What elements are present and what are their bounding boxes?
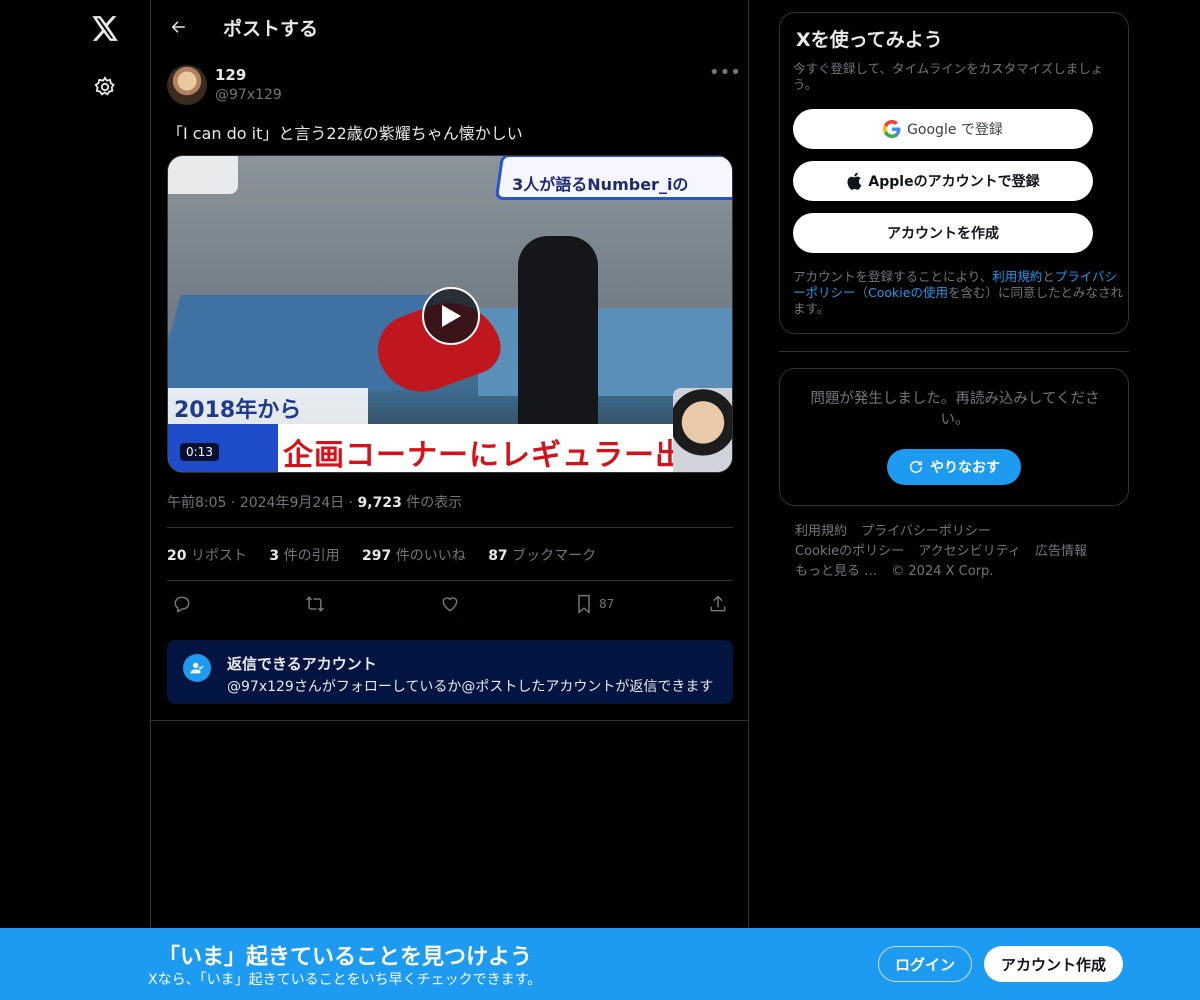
google-signup-label: Google で登録: [907, 122, 1003, 138]
post-date[interactable]: 2024年9月24日: [240, 495, 344, 511]
settings-gear-icon[interactable]: [90, 72, 120, 102]
retry-button[interactable]: やりなおす: [887, 449, 1021, 485]
left-nav: [0, 0, 150, 1000]
views-label: 件の表示: [406, 495, 463, 511]
divider: [779, 351, 1129, 352]
bookmark-count: 87: [599, 597, 615, 611]
views-count: 9,723: [357, 495, 402, 511]
video-player[interactable]: 3人が語るNumber_iの 2018年から 企画コーナーにレギュラー出演 0:…: [167, 155, 733, 473]
footer-link-privacy[interactable]: プライバシーポリシー: [861, 524, 991, 539]
footer-link-ads[interactable]: 広告情報: [1035, 544, 1087, 559]
divider: [167, 580, 733, 581]
video-caption-main-text: 企画コーナーにレギュラー出演: [283, 438, 717, 473]
footer-link-accessibility[interactable]: アクセシビリティ: [918, 544, 1021, 559]
main-column: ポストする 𝟭𝟮𝟵 @97x129 ••• 「I can do it」と言う22…: [150, 0, 749, 1000]
apple-signup-button[interactable]: Appleのアカウントで登録: [793, 161, 1093, 201]
x-logo-icon[interactable]: [87, 10, 123, 46]
terms-link[interactable]: 利用規約: [992, 269, 1042, 284]
reply-restriction-subtitle: @97x129さんがフォローしているか@ポストしたアカウントが返信できます: [227, 679, 714, 695]
post-meta: 午前8:05 · 2024年9月24日 · 9,723 件の表示: [167, 495, 463, 511]
reposts-stat[interactable]: 20 リポスト: [167, 548, 247, 564]
bookmark-button[interactable]: 87: [575, 592, 614, 616]
refresh-icon: [909, 460, 923, 473]
page-title: ポストする: [223, 18, 319, 40]
error-card: 問題が発生しました。再読み込みしてください。 やりなおす: [779, 368, 1129, 506]
bottom-bar-title: 「いま」起きていることを見つけよう: [158, 945, 533, 970]
bookmarks-stat[interactable]: 87 ブックマーク: [488, 548, 596, 564]
likes-stat[interactable]: 297 件のいいね: [362, 548, 466, 564]
signup-legal-text: アカウントを登録することにより、利用規約とプライバシーポリシー（Cookieの使…: [793, 269, 1123, 316]
post-text: 「I can do it」と言う22歳の紫耀ちゃん懐かしい: [167, 124, 523, 143]
video-frame-mat: [478, 307, 732, 397]
google-signup-button[interactable]: Google で登録: [793, 109, 1093, 149]
reply-restriction-notice: 返信できるアカウント @97x129さんがフォローしているか@ポストしたアカウン…: [167, 640, 733, 704]
video-caption-top-text: 3人が語るNumber_iの: [512, 175, 689, 194]
post-actions: 87: [167, 592, 733, 618]
bottom-signup-bar: 「いま」起きていることを見つけよう Xなら、「いま」起きていることをいち早くチェ…: [0, 928, 1200, 1000]
play-icon[interactable]: [422, 287, 480, 345]
video-duration: 0:13: [180, 443, 219, 461]
signup-title: Xを使ってみよう: [796, 29, 943, 51]
footer-link-cookie[interactable]: Cookieのポリシー: [795, 544, 904, 559]
repost-icon[interactable]: [304, 592, 326, 616]
quotes-stat[interactable]: 3 件の引用: [269, 548, 339, 564]
video-frame-inset-face: [673, 388, 732, 472]
back-arrow-icon[interactable]: [163, 12, 193, 42]
video-caption-small-text: 2018年から: [174, 398, 302, 423]
avatar[interactable]: [167, 65, 207, 105]
footer-copyright: © 2024 X Corp.: [891, 564, 994, 579]
reply-restriction-title: 返信できるアカウント: [227, 655, 377, 673]
bottom-bar-subtitle: Xなら、「いま」起きていることをいち早くチェックできます。: [148, 972, 542, 988]
footer-link-terms[interactable]: 利用規約: [795, 524, 847, 539]
video-caption-top: 3人が語るNumber_iの: [494, 156, 732, 200]
retry-label: やりなおす: [930, 460, 1000, 476]
apple-icon: [847, 172, 862, 190]
reply-icon[interactable]: [172, 592, 192, 616]
more-options-icon[interactable]: •••: [709, 64, 741, 88]
google-icon: [883, 120, 901, 138]
video-frame-time-overlay: [168, 156, 238, 194]
footer-links: 利用規約 プライバシーポリシー Cookieのポリシー アクセシビリティ 広告情…: [795, 522, 1115, 582]
apple-signup-label: Appleのアカウントで登録: [868, 174, 1040, 190]
login-button[interactable]: ログイン: [878, 946, 972, 982]
signup-subtitle: 今すぐ登録して、タイムラインをカスタマイズしましょう。: [793, 61, 1104, 92]
divider: [167, 527, 733, 528]
cookie-link[interactable]: Cookieの使用: [868, 285, 948, 300]
video-caption-small: 2018年から: [168, 388, 368, 424]
bookmark-icon: [578, 594, 590, 614]
video-frame-figure: [518, 236, 598, 436]
create-account-button[interactable]: アカウントを作成: [793, 213, 1093, 253]
author-display-name[interactable]: 𝟭𝟮𝟵: [215, 66, 246, 84]
post-header: ポストする: [151, 0, 749, 54]
post-stats: 20 リポスト 3 件の引用 297 件のいいね 87 ブックマーク: [167, 545, 614, 565]
user-check-icon: [183, 654, 211, 682]
author-handle[interactable]: @97x129: [215, 87, 282, 103]
signup-button[interactable]: アカウント作成: [984, 946, 1123, 982]
signup-card: Xを使ってみよう 今すぐ登録して、タイムラインをカスタマイズしましょう。 Goo…: [779, 12, 1129, 334]
footer-link-more[interactable]: もっと見る …: [795, 564, 877, 579]
post-time[interactable]: 午前8:05: [167, 495, 226, 511]
divider: [151, 720, 749, 721]
like-heart-icon[interactable]: [440, 592, 460, 616]
share-icon[interactable]: [708, 592, 728, 616]
error-message: 問題が発生しました。再読み込みしてください。: [810, 391, 1100, 428]
